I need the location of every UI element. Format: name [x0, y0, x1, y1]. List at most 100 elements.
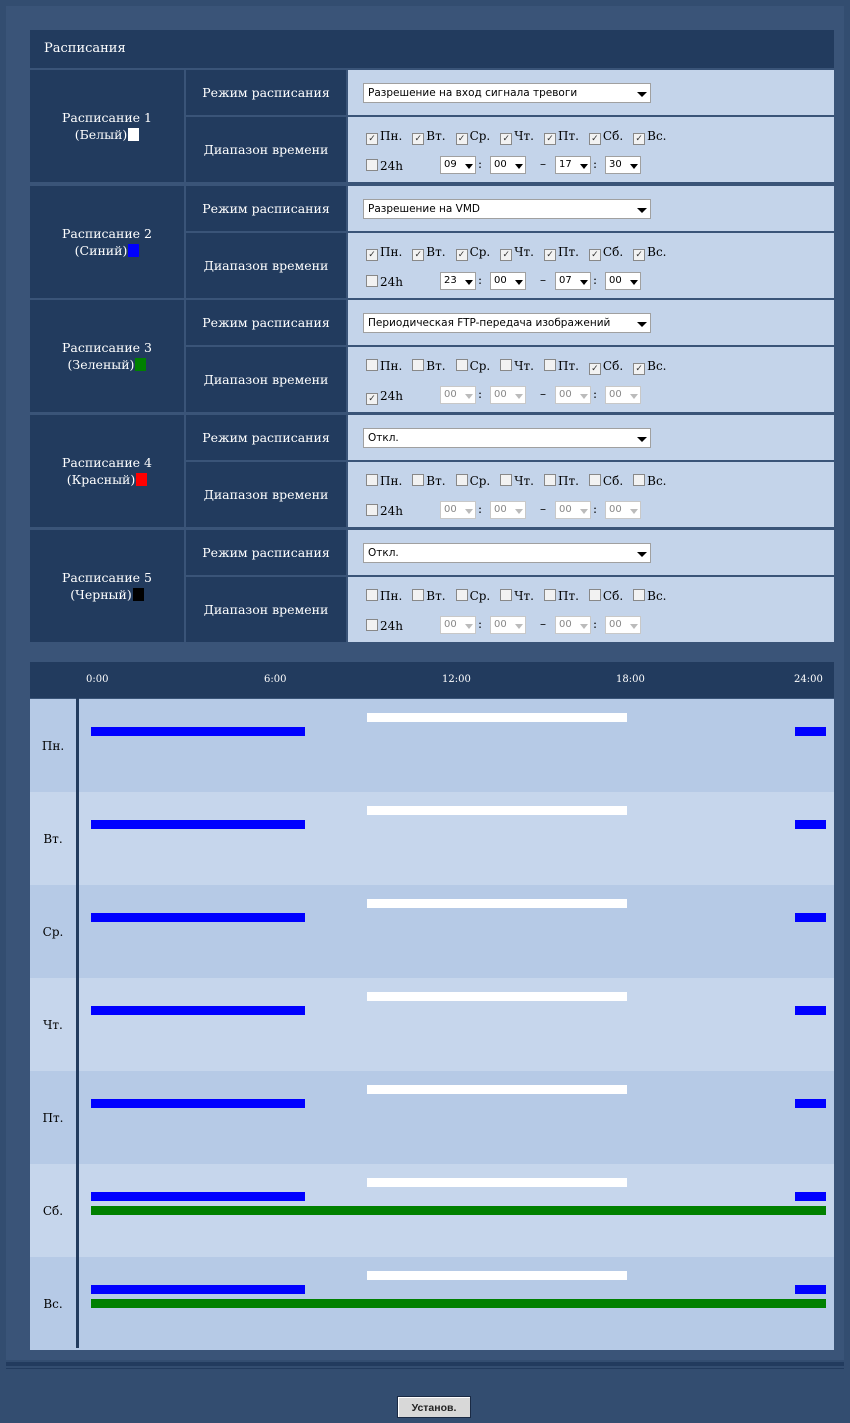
day-checkbox-3[interactable]: ✓ Ср.	[455, 245, 490, 261]
checkbox-icon[interactable]: ✓	[500, 249, 513, 261]
day-checkbox-1[interactable]: ✓ Пн.	[366, 129, 402, 145]
checkbox-icon[interactable]	[633, 474, 646, 486]
day-checkbox-5[interactable]: Пт.	[543, 589, 579, 603]
checkbox-icon[interactable]: ✓	[366, 393, 378, 405]
start-hour-select[interactable]: 23	[440, 272, 476, 290]
day-checkbox-7[interactable]: ✓ Вс.	[633, 245, 667, 261]
set-button[interactable]: Установ.	[397, 1396, 471, 1418]
day-checkbox-6[interactable]: ✓ Сб.	[588, 129, 623, 145]
schedule-bar	[366, 1178, 627, 1187]
day-checkbox-3[interactable]: Ср.	[455, 589, 490, 603]
schedule-mode-select[interactable]: Разрешение на VMD	[363, 199, 651, 219]
day-checkbox-5[interactable]: Пт.	[543, 474, 579, 488]
checkbox-icon[interactable]: ✓	[633, 133, 646, 145]
start-minute-select[interactable]: 00	[490, 156, 526, 174]
all-day-checkbox[interactable]: 24h	[366, 159, 403, 173]
schedule-mode-select[interactable]: Откл.	[363, 543, 651, 563]
checkbox-icon[interactable]	[455, 359, 468, 371]
start-minute-select: 00	[490, 616, 526, 634]
end-hour-select[interactable]: 17	[555, 156, 591, 174]
day-checkbox-2[interactable]: Вт.	[412, 359, 446, 373]
day-checkbox-4[interactable]: Чт.	[500, 474, 534, 488]
all-day-checkbox[interactable]: ✓ 24h	[366, 389, 403, 405]
checkbox-icon[interactable]	[543, 589, 556, 601]
checkbox-icon[interactable]: ✓	[366, 133, 378, 145]
checkbox-icon[interactable]	[412, 359, 425, 371]
checkbox-icon[interactable]	[500, 359, 513, 371]
day-checkbox-6[interactable]: Сб.	[588, 589, 623, 603]
checkbox-icon[interactable]	[366, 589, 378, 601]
schedule-mode-select[interactable]: Периодическая FTP-передача изображений	[363, 313, 651, 333]
checkbox-icon[interactable]	[366, 359, 378, 371]
checkbox-icon[interactable]: ✓	[412, 133, 425, 145]
day-checkbox-2[interactable]: Вт.	[412, 589, 446, 603]
all-day-checkbox[interactable]: 24h	[366, 504, 403, 518]
day-checkbox-7[interactable]: Вс.	[633, 474, 667, 488]
checkbox-icon[interactable]: ✓	[455, 249, 468, 261]
checkbox-icon[interactable]	[412, 474, 425, 486]
schedule-mode-select[interactable]: Разрешение на вход сигнала тревоги	[363, 83, 651, 103]
checkbox-icon[interactable]	[366, 474, 378, 486]
checkbox-icon[interactable]	[366, 275, 378, 287]
checkbox-icon[interactable]	[455, 474, 468, 486]
day-checkbox-5[interactable]: ✓ Пт.	[543, 129, 579, 145]
checkbox-icon[interactable]: ✓	[500, 133, 513, 145]
schedule-mode-select[interactable]: Откл.	[363, 428, 651, 448]
schedule-mode-label: Режим расписания	[186, 530, 346, 575]
checkbox-icon[interactable]	[543, 359, 556, 371]
day-checkbox-6[interactable]: Сб.	[588, 474, 623, 488]
day-checkbox-1[interactable]: Пн.	[366, 359, 402, 373]
day-checkbox-2[interactable]: ✓ Вт.	[412, 129, 446, 145]
checkbox-icon[interactable]: ✓	[588, 133, 601, 145]
day-checkbox-3[interactable]: ✓ Ср.	[455, 129, 490, 145]
start-hour-select[interactable]: 09	[440, 156, 476, 174]
checkbox-icon[interactable]	[500, 589, 513, 601]
checkbox-icon[interactable]: ✓	[543, 133, 556, 145]
checkbox-icon[interactable]	[633, 589, 646, 601]
checkbox-icon[interactable]: ✓	[588, 249, 601, 261]
day-checkbox-2[interactable]: Вт.	[412, 474, 446, 488]
end-hour-select: 00	[555, 616, 591, 634]
checkbox-icon[interactable]: ✓	[633, 363, 646, 375]
day-checkbox-4[interactable]: ✓ Чт.	[500, 129, 534, 145]
day-checkbox-1[interactable]: ✓ Пн.	[366, 245, 402, 261]
checkbox-icon[interactable]	[366, 619, 378, 631]
day-checkbox-2[interactable]: ✓ Вт.	[412, 245, 446, 261]
day-checkbox-1[interactable]: Пн.	[366, 474, 402, 488]
day-checkbox-5[interactable]: ✓ Пт.	[543, 245, 579, 261]
day-checkbox-6[interactable]: ✓ Сб.	[588, 359, 623, 375]
checkbox-icon[interactable]	[366, 159, 378, 171]
checkbox-icon[interactable]	[455, 589, 468, 601]
end-minute-select[interactable]: 30	[605, 156, 641, 174]
end-hour-select[interactable]: 07	[555, 272, 591, 290]
checkbox-icon[interactable]	[412, 589, 425, 601]
day-checkbox-3[interactable]: Ср.	[455, 474, 490, 488]
day-checkbox-5[interactable]: Пт.	[543, 359, 579, 373]
start-minute-select: 00	[490, 386, 526, 404]
day-checkbox-4[interactable]: Чт.	[500, 359, 534, 373]
checkbox-icon[interactable]	[366, 504, 378, 516]
checkbox-icon[interactable]: ✓	[543, 249, 556, 261]
day-checkbox-1[interactable]: Пн.	[366, 589, 402, 603]
day-checkbox-3[interactable]: Ср.	[455, 359, 490, 373]
checkbox-icon[interactable]: ✓	[412, 249, 425, 261]
schedule-mode-label: Режим расписания	[186, 70, 346, 115]
day-checkbox-4[interactable]: Чт.	[500, 589, 534, 603]
day-checkbox-4[interactable]: ✓ Чт.	[500, 245, 534, 261]
checkbox-icon[interactable]: ✓	[588, 363, 601, 375]
checkbox-icon[interactable]: ✓	[366, 249, 378, 261]
checkbox-icon[interactable]	[500, 474, 513, 486]
all-day-checkbox[interactable]: 24h	[366, 275, 403, 289]
day-checkbox-7[interactable]: ✓ Вс.	[633, 359, 667, 375]
checkbox-icon[interactable]	[588, 589, 601, 601]
day-checkbox-6[interactable]: ✓ Сб.	[588, 245, 623, 261]
start-minute-select[interactable]: 00	[490, 272, 526, 290]
checkbox-icon[interactable]: ✓	[455, 133, 468, 145]
day-checkbox-7[interactable]: ✓ Вс.	[633, 129, 667, 145]
checkbox-icon[interactable]: ✓	[633, 249, 646, 261]
day-checkbox-7[interactable]: Вс.	[633, 589, 667, 603]
checkbox-icon[interactable]	[543, 474, 556, 486]
end-minute-select[interactable]: 00	[605, 272, 641, 290]
checkbox-icon[interactable]	[588, 474, 601, 486]
all-day-checkbox[interactable]: 24h	[366, 619, 403, 633]
